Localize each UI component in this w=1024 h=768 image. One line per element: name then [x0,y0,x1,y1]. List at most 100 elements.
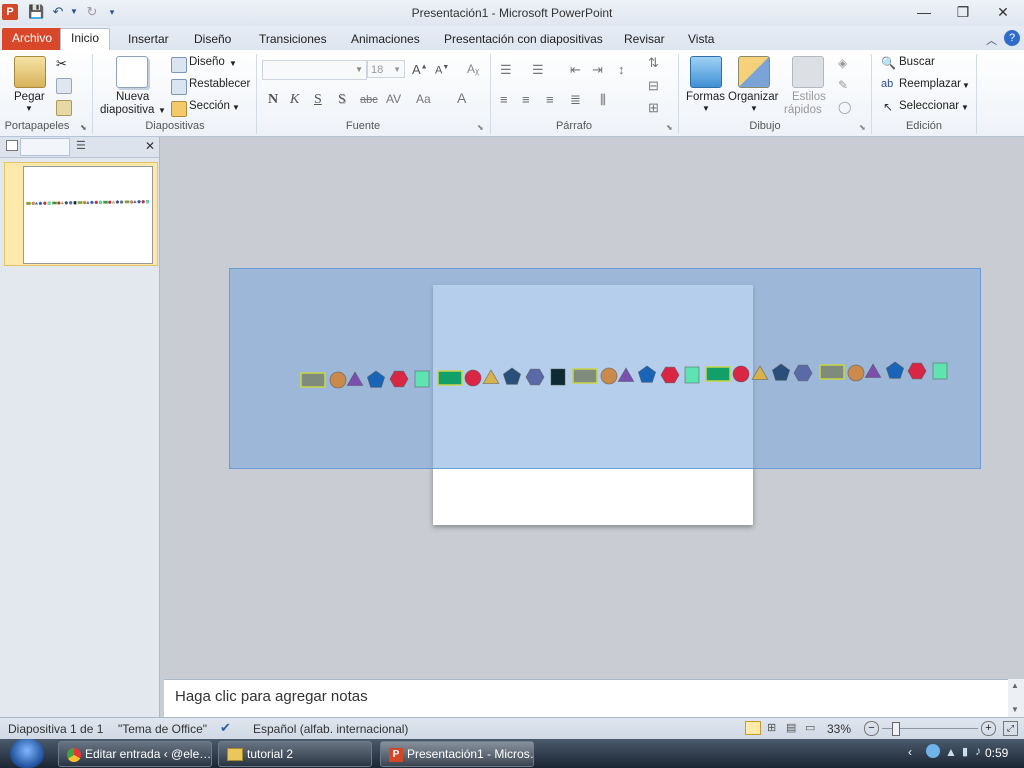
slide-sorter-icon[interactable]: ⊞ [767,721,776,734]
scroll-down-icon[interactable]: ▼ [1011,705,1019,714]
shape-circle[interactable] [108,200,112,204]
tab-animaciones[interactable]: Animaciones [341,30,430,50]
shapes-button[interactable]: Formas [686,91,725,103]
shape-tri[interactable] [111,200,116,204]
smartart-icon[interactable]: ⊞ [648,100,659,116]
taskbar-item-folder[interactable]: tutorial 2 [218,741,372,767]
notes-scrollbar[interactable]: ▲ ▼ [1008,679,1024,717]
reset-button[interactable]: Restablecer [189,78,250,90]
shape-hex[interactable] [119,200,124,204]
shape-hex[interactable] [94,200,99,205]
outline-tab-icon[interactable]: ☰ [76,139,86,152]
paste-icon[interactable] [14,56,46,88]
align-text-icon[interactable]: ⊟ [648,78,659,94]
shape-outline-icon[interactable]: ✎ [838,78,848,92]
decrease-indent-icon[interactable]: ⇤ [570,62,581,78]
replace-icon[interactable]: ab [881,78,893,90]
slide-thumbnail[interactable] [23,166,153,264]
line-spacing-icon[interactable]: ↕ [618,62,625,77]
volume-icon[interactable]: ♪ [975,744,981,758]
shape-pent[interactable] [90,200,94,204]
theme-indicator[interactable]: "Tema de Office" [118,722,207,736]
tab-revisar[interactable]: Revisar [614,30,675,50]
close-pane-icon[interactable]: ✕ [145,139,155,153]
dialog-launcher-icon[interactable]: ⬊ [666,123,673,132]
language-indicator[interactable]: Español (alfab. internacional) [253,722,408,736]
format-painter-icon[interactable] [56,100,72,116]
underline-icon[interactable]: S [314,92,322,108]
replace-button[interactable]: Reemplazar [899,78,961,90]
bold-icon[interactable]: N [268,92,278,108]
align-left-icon[interactable]: ≡ [500,92,508,107]
text-direction-icon[interactable]: ⇅ [648,55,659,71]
signal-icon[interactable]: ▮ [962,745,968,758]
notes-placeholder[interactable]: Haga clic para agregar notas [175,688,368,705]
reading-view-icon[interactable]: ▤ [786,721,796,734]
find-button[interactable]: Buscar [899,56,935,68]
normal-view-icon[interactable] [745,721,761,735]
shape-circle[interactable] [31,201,35,206]
zoom-in-button[interactable]: + [981,721,996,736]
dialog-launcher-icon[interactable]: ⬊ [477,123,484,132]
shape-sq[interactable] [47,201,51,205]
shape-rect[interactable] [25,201,32,205]
clock[interactable]: 0:59 [985,746,1008,760]
shape-sq[interactable] [98,200,102,205]
char-spacing-icon[interactable]: AV [386,92,401,106]
replace-dropdown-icon[interactable]: ▼ [962,81,970,90]
shape-hex[interactable] [42,201,47,205]
new-slide-icon[interactable] [116,56,148,88]
select-dropdown-icon[interactable]: ▼ [961,103,969,112]
align-right-icon[interactable]: ≡ [546,92,554,107]
fit-to-window-icon[interactable]: ⤢ [1003,721,1018,736]
dialog-launcher-icon[interactable]: ⬊ [859,123,866,132]
copy-icon[interactable] [56,78,72,94]
columns-icon[interactable]: ⫼ [600,92,606,108]
shape-hex[interactable] [68,201,73,205]
shape-hex[interactable] [141,200,146,204]
new-slide-label-1[interactable]: Nueva [116,91,149,103]
shape-circle[interactable] [57,201,61,205]
shape-sq[interactable] [73,201,77,205]
maximize-button[interactable]: ❐ [945,2,981,22]
tab-inicio[interactable]: Inicio [60,28,111,51]
shape-fill-icon[interactable]: ◈ [838,56,847,70]
align-center-icon[interactable]: ≡ [522,92,530,107]
start-button-icon[interactable] [10,739,44,768]
shadow-icon[interactable]: S [338,92,346,108]
layout-icon[interactable] [171,57,187,73]
shape-rect[interactable] [102,200,108,204]
arrange-dropdown-icon[interactable]: ▼ [750,104,758,113]
arrange-button[interactable]: Organizar [728,91,779,103]
shape-tri[interactable] [133,199,137,204]
zoom-slider-handle[interactable] [892,722,900,736]
close-button[interactable]: ✕ [985,2,1021,22]
show-hidden-icons[interactable]: ‹ [908,745,912,759]
layout-button[interactable]: Diseño [189,56,225,68]
zoom-out-button[interactable]: − [864,721,879,736]
shape-rect[interactable] [77,201,83,205]
italic-icon[interactable]: K [290,92,299,108]
arrange-icon[interactable] [738,56,770,88]
shape-tri[interactable] [34,201,39,205]
slide-thumbnail-selected[interactable] [4,162,158,266]
increase-indent-icon[interactable]: ⇥ [592,62,603,78]
section-dropdown-icon[interactable]: ▼ [232,103,240,112]
selected-group-box[interactable] [229,268,981,469]
bullets-icon[interactable]: ☰ [500,62,512,78]
quick-styles-label-1[interactable]: Estilos [792,91,826,103]
font-color-icon[interactable]: A [457,90,466,106]
shape-tri[interactable] [60,201,65,205]
tab-diseno[interactable]: Diseño [184,30,241,50]
shape-circle[interactable] [83,200,87,205]
shape-tri[interactable] [86,200,90,204]
grow-font-icon[interactable]: A▲ [412,62,428,77]
quick-styles-label-2[interactable]: rápidos [784,104,822,116]
font-name-dropdown-icon[interactable]: ▼ [355,65,363,74]
tab-insertar[interactable]: Insertar [118,30,179,50]
tab-archivo[interactable]: Archivo [2,28,63,50]
find-icon[interactable]: 🔍 [881,56,896,70]
numbering-icon[interactable]: ☰ [532,62,544,78]
shape-pent[interactable] [64,200,69,205]
help-icon[interactable]: ? [1004,30,1020,46]
